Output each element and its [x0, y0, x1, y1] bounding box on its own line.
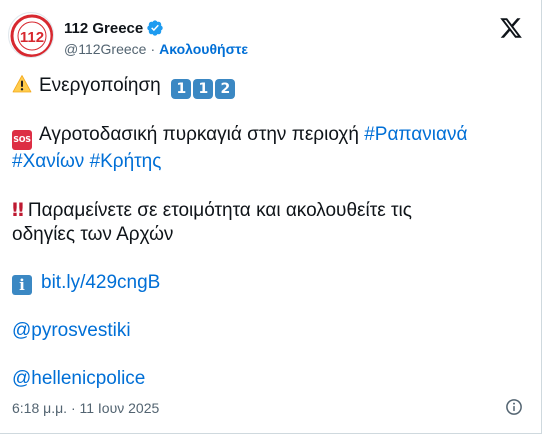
avatar-text: 112 [20, 29, 44, 46]
post-line-activation: Ενεργοποίηση 112 [12, 74, 522, 99]
post-line-link: i bit.ly/429cngB [12, 271, 522, 295]
handle[interactable]: @112Greece [64, 41, 146, 57]
sos-icon: SOS [12, 130, 32, 150]
keycap-1-icon: 1 [171, 79, 192, 99]
follow-button[interactable]: Ακολουθήστε [159, 41, 248, 57]
x-logo-icon[interactable] [499, 16, 523, 40]
post-line-mention-1: @pyrosvestiki [12, 319, 522, 343]
info-circle-icon[interactable] [505, 398, 523, 416]
fire-text: Αγροτοδασική πυρκαγιά στην περιοχή [39, 124, 359, 145]
short-link[interactable]: bit.ly/429cngB [41, 272, 160, 293]
mention-hellenicpolice[interactable]: @hellenicpolice [12, 368, 145, 389]
post-line-fire: SOS Αγροτοδασική πυρκαγιά στην περιοχή #Ρ… [12, 123, 522, 150]
account-names: 112 Greece @112Greece · Ακολουθήστε [64, 18, 248, 58]
warning-icon [12, 75, 32, 93]
keycap-1-icon: 1 [193, 79, 214, 99]
double-exclamation-icon: ‼ [12, 199, 24, 221]
hashtag-rapaniana[interactable]: #Ραπανιανά [364, 124, 467, 145]
tweet-card: 112 112 Greece @112Greece · Ακολουθήστε [0, 0, 542, 434]
post-line-mention-2: @hellenicpolice [12, 367, 522, 391]
hashtag-chanion[interactable]: #Χανίων [12, 151, 84, 172]
post-line-warning: ‼ Παραμείνετε σε ετοιμότητα και ακολουθεί… [12, 198, 522, 223]
separator-dot: · [150, 41, 156, 57]
timestamp[interactable]: 6:18 μ.μ. · 11 Ιουν 2025 [12, 400, 159, 416]
stay-ready-text: Παραμείνετε σε ετοιμότητα και ακολουθείτ… [27, 200, 412, 221]
tweet-body: Ενεργοποίηση 112 SOS Αγροτοδασική πυρκαγι… [12, 74, 522, 391]
post-line-hashtags: #Χανίων #Κρήτης [12, 150, 522, 174]
display-name[interactable]: 112 Greece [64, 20, 143, 37]
verified-badge-icon [147, 20, 163, 36]
tweet-footer: 6:18 μ.μ. · 11 Ιουν 2025 [12, 398, 529, 420]
information-icon: i [12, 275, 32, 295]
tweet-header: 112 112 Greece @112Greece · Ακολουθήστε [8, 12, 529, 60]
avatar-logo-icon: 112 [10, 14, 53, 57]
keycap-2-icon: 2 [215, 79, 236, 99]
mention-pyrosvestiki[interactable]: @pyrosvestiki [12, 320, 131, 341]
hashtag-kritis[interactable]: #Κρήτης [90, 151, 162, 172]
activation-text: Ενεργοποίηση [39, 75, 161, 96]
avatar[interactable]: 112 [8, 12, 54, 58]
post-line-authorities: οδηγίες των Αρχών [12, 224, 174, 245]
